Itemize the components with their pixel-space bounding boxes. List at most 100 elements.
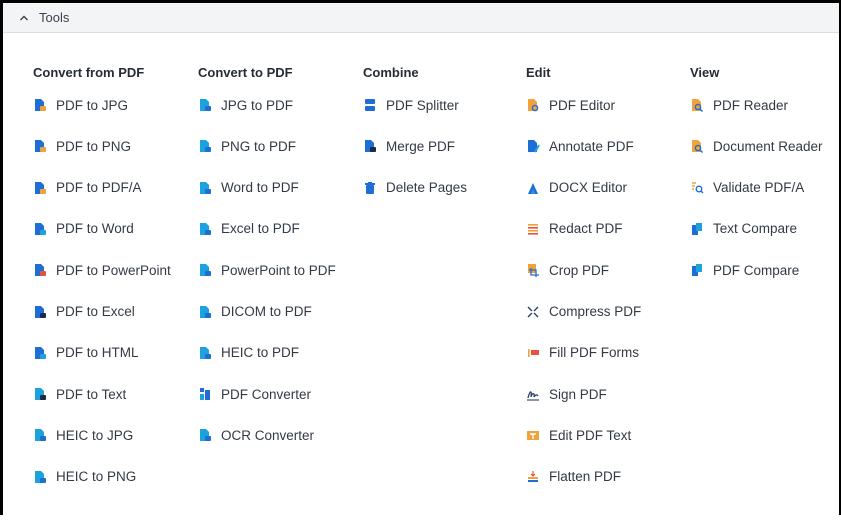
tool-label: PDF to Word bbox=[56, 221, 134, 237]
dicom-to-pdf-icon bbox=[198, 305, 212, 319]
tool-jpg-to-pdf[interactable]: JPG to PDF bbox=[198, 95, 293, 115]
tool-label: Crop PDF bbox=[549, 262, 610, 278]
tool-ocr-converter[interactable]: OCR Converter bbox=[198, 425, 314, 445]
excel-to-pdf-icon bbox=[198, 222, 212, 236]
tool-edit-pdf-text[interactable]: Edit PDF Text bbox=[526, 425, 631, 445]
tool-pdf-to-html[interactable]: PDF to HTML bbox=[33, 343, 139, 363]
tool-label: HEIC to PDF bbox=[221, 345, 300, 361]
tool-label: PDF Reader bbox=[713, 97, 789, 113]
tool-pdf-editor[interactable]: PDF Editor bbox=[526, 95, 615, 115]
chevron-up-icon[interactable] bbox=[19, 13, 29, 23]
tool-label: Document Reader bbox=[713, 138, 823, 154]
tool-pdf-converter[interactable]: PDF Converter bbox=[198, 384, 311, 404]
tool-pdf-to-word[interactable]: PDF to Word bbox=[33, 219, 134, 239]
tool-pdf-to-excel[interactable]: PDF to Excel bbox=[33, 302, 135, 322]
tool-pdf-to-text[interactable]: PDF to Text bbox=[33, 384, 126, 404]
tool-heic-to-pdf[interactable]: HEIC to PDF bbox=[198, 343, 299, 363]
tool-label: PDF Converter bbox=[221, 386, 312, 402]
validate-pdfa-icon bbox=[690, 181, 704, 195]
column-heading: Convert to PDF bbox=[198, 65, 293, 80]
tool-pdf-reader[interactable]: PDF Reader bbox=[690, 95, 788, 115]
tool-heic-to-jpg[interactable]: HEIC to JPG bbox=[33, 425, 133, 445]
tool-text-compare[interactable]: Text Compare bbox=[690, 219, 797, 239]
pdf-to-png-icon bbox=[33, 139, 47, 153]
column-heading: Convert from PDF bbox=[33, 65, 145, 80]
tool-dicom-to-pdf[interactable]: DICOM to PDF bbox=[198, 302, 312, 322]
tool-label: Delete Pages bbox=[386, 180, 468, 196]
pdf-editor-icon bbox=[526, 98, 540, 112]
tool-annotate-pdf[interactable]: Annotate PDF bbox=[526, 136, 634, 156]
tool-word-to-pdf[interactable]: Word to PDF bbox=[198, 178, 299, 198]
tool-powerpoint-to-pdf[interactable]: PowerPoint to PDF bbox=[198, 260, 336, 280]
tool-flatten-pdf[interactable]: Flatten PDF bbox=[526, 467, 621, 487]
tools-title: Tools bbox=[39, 10, 70, 25]
tool-label: Annotate PDF bbox=[549, 138, 634, 154]
redact-pdf-icon bbox=[526, 222, 540, 236]
tool-label: PDF to Text bbox=[56, 386, 127, 402]
tool-label: PNG to PDF bbox=[221, 138, 297, 154]
tool-document-reader[interactable]: Document Reader bbox=[690, 136, 823, 156]
tool-redact-pdf[interactable]: Redact PDF bbox=[526, 219, 623, 239]
heic-to-png-icon bbox=[33, 470, 47, 484]
tool-pdf-to-powerpoint[interactable]: PDF to PowerPoint bbox=[33, 260, 171, 280]
pdf-compare-icon bbox=[690, 263, 704, 277]
tool-label: Edit PDF Text bbox=[549, 427, 632, 443]
tools-columns: Convert from PDF PDF to JPG PDF to PNG PDF … bbox=[3, 63, 839, 523]
tool-compress-pdf[interactable]: Compress PDF bbox=[526, 302, 641, 322]
edit-pdf-text-icon bbox=[526, 428, 540, 442]
tool-label: Excel to PDF bbox=[221, 221, 300, 237]
tool-delete-pages[interactable]: Delete Pages bbox=[363, 178, 467, 198]
tool-pdf-to-jpg[interactable]: PDF to JPG bbox=[33, 95, 128, 115]
tool-pdf-splitter[interactable]: PDF Splitter bbox=[363, 95, 459, 115]
column-edit: Edit PDF Editor Annotate PDF DOCX Editor Red… bbox=[526, 63, 641, 484]
tool-fill-pdf-forms[interactable]: Fill PDF Forms bbox=[526, 343, 639, 363]
pdf-to-text-icon bbox=[33, 387, 47, 401]
tool-docx-editor[interactable]: DOCX Editor bbox=[526, 178, 627, 198]
pdf-to-word-icon bbox=[33, 222, 47, 236]
tool-label: PDF to HTML bbox=[56, 345, 139, 361]
tool-label: Fill PDF Forms bbox=[549, 345, 639, 361]
tool-excel-to-pdf[interactable]: Excel to PDF bbox=[198, 219, 300, 239]
tool-pdf-to-png[interactable]: PDF to PNG bbox=[33, 136, 131, 156]
tool-label: Word to PDF bbox=[221, 180, 299, 196]
heic-to-jpg-icon bbox=[33, 428, 47, 442]
flatten-pdf-icon bbox=[526, 470, 540, 484]
tool-pdf-compare[interactable]: PDF Compare bbox=[690, 260, 799, 280]
tool-label: Flatten PDF bbox=[549, 469, 622, 485]
column-heading: View bbox=[690, 65, 720, 80]
pdf-splitter-icon bbox=[363, 98, 377, 112]
tool-crop-pdf[interactable]: Crop PDF bbox=[526, 260, 609, 280]
tool-label: Text Compare bbox=[713, 221, 798, 237]
column-heading: Edit bbox=[526, 65, 551, 80]
tool-label: DICOM to PDF bbox=[221, 304, 312, 319]
tool-label: Sign PDF bbox=[549, 386, 607, 402]
tool-label: HEIC to PNG bbox=[56, 469, 137, 485]
tool-merge-pdf[interactable]: Merge PDF bbox=[363, 136, 455, 156]
column-heading: Combine bbox=[363, 65, 419, 80]
column-view: View PDF Reader Document Reader Validate PD… bbox=[690, 63, 823, 278]
merge-pdf-icon bbox=[363, 139, 377, 153]
tools-header[interactable]: Tools bbox=[3, 3, 839, 33]
jpg-to-pdf-icon bbox=[198, 98, 212, 112]
tool-label: PDF to PowerPoint bbox=[56, 262, 171, 278]
tool-label: Validate PDF/A bbox=[713, 180, 805, 196]
pdf-to-html-icon bbox=[33, 346, 47, 360]
compress-pdf-icon bbox=[526, 305, 540, 319]
tool-label: PDF to PNG bbox=[56, 138, 132, 154]
tool-sign-pdf[interactable]: Sign PDF bbox=[526, 384, 607, 404]
tool-label: PDF to PDF/A bbox=[56, 180, 142, 196]
tool-label: Compress PDF bbox=[549, 304, 642, 319]
column-convert-to-pdf: Convert to PDF JPG to PDF PNG to PDF Word t… bbox=[198, 63, 336, 443]
tool-png-to-pdf[interactable]: PNG to PDF bbox=[198, 136, 296, 156]
trash-icon bbox=[363, 181, 377, 195]
powerpoint-to-pdf-icon bbox=[198, 263, 212, 277]
tool-validate-pdf-a[interactable]: Validate PDF/A bbox=[690, 178, 804, 198]
docx-editor-icon bbox=[526, 181, 540, 195]
tool-pdf-to-pdf-a[interactable]: PDF to PDF/A bbox=[33, 178, 142, 198]
tool-label: PDF Editor bbox=[549, 97, 616, 113]
pdf-to-powerpoint-icon bbox=[33, 263, 47, 277]
pdf-to-excel-icon bbox=[33, 305, 47, 319]
tool-label: PDF Splitter bbox=[386, 97, 459, 113]
crop-pdf-icon bbox=[526, 263, 540, 278]
tool-heic-to-png[interactable]: HEIC to PNG bbox=[33, 467, 136, 487]
